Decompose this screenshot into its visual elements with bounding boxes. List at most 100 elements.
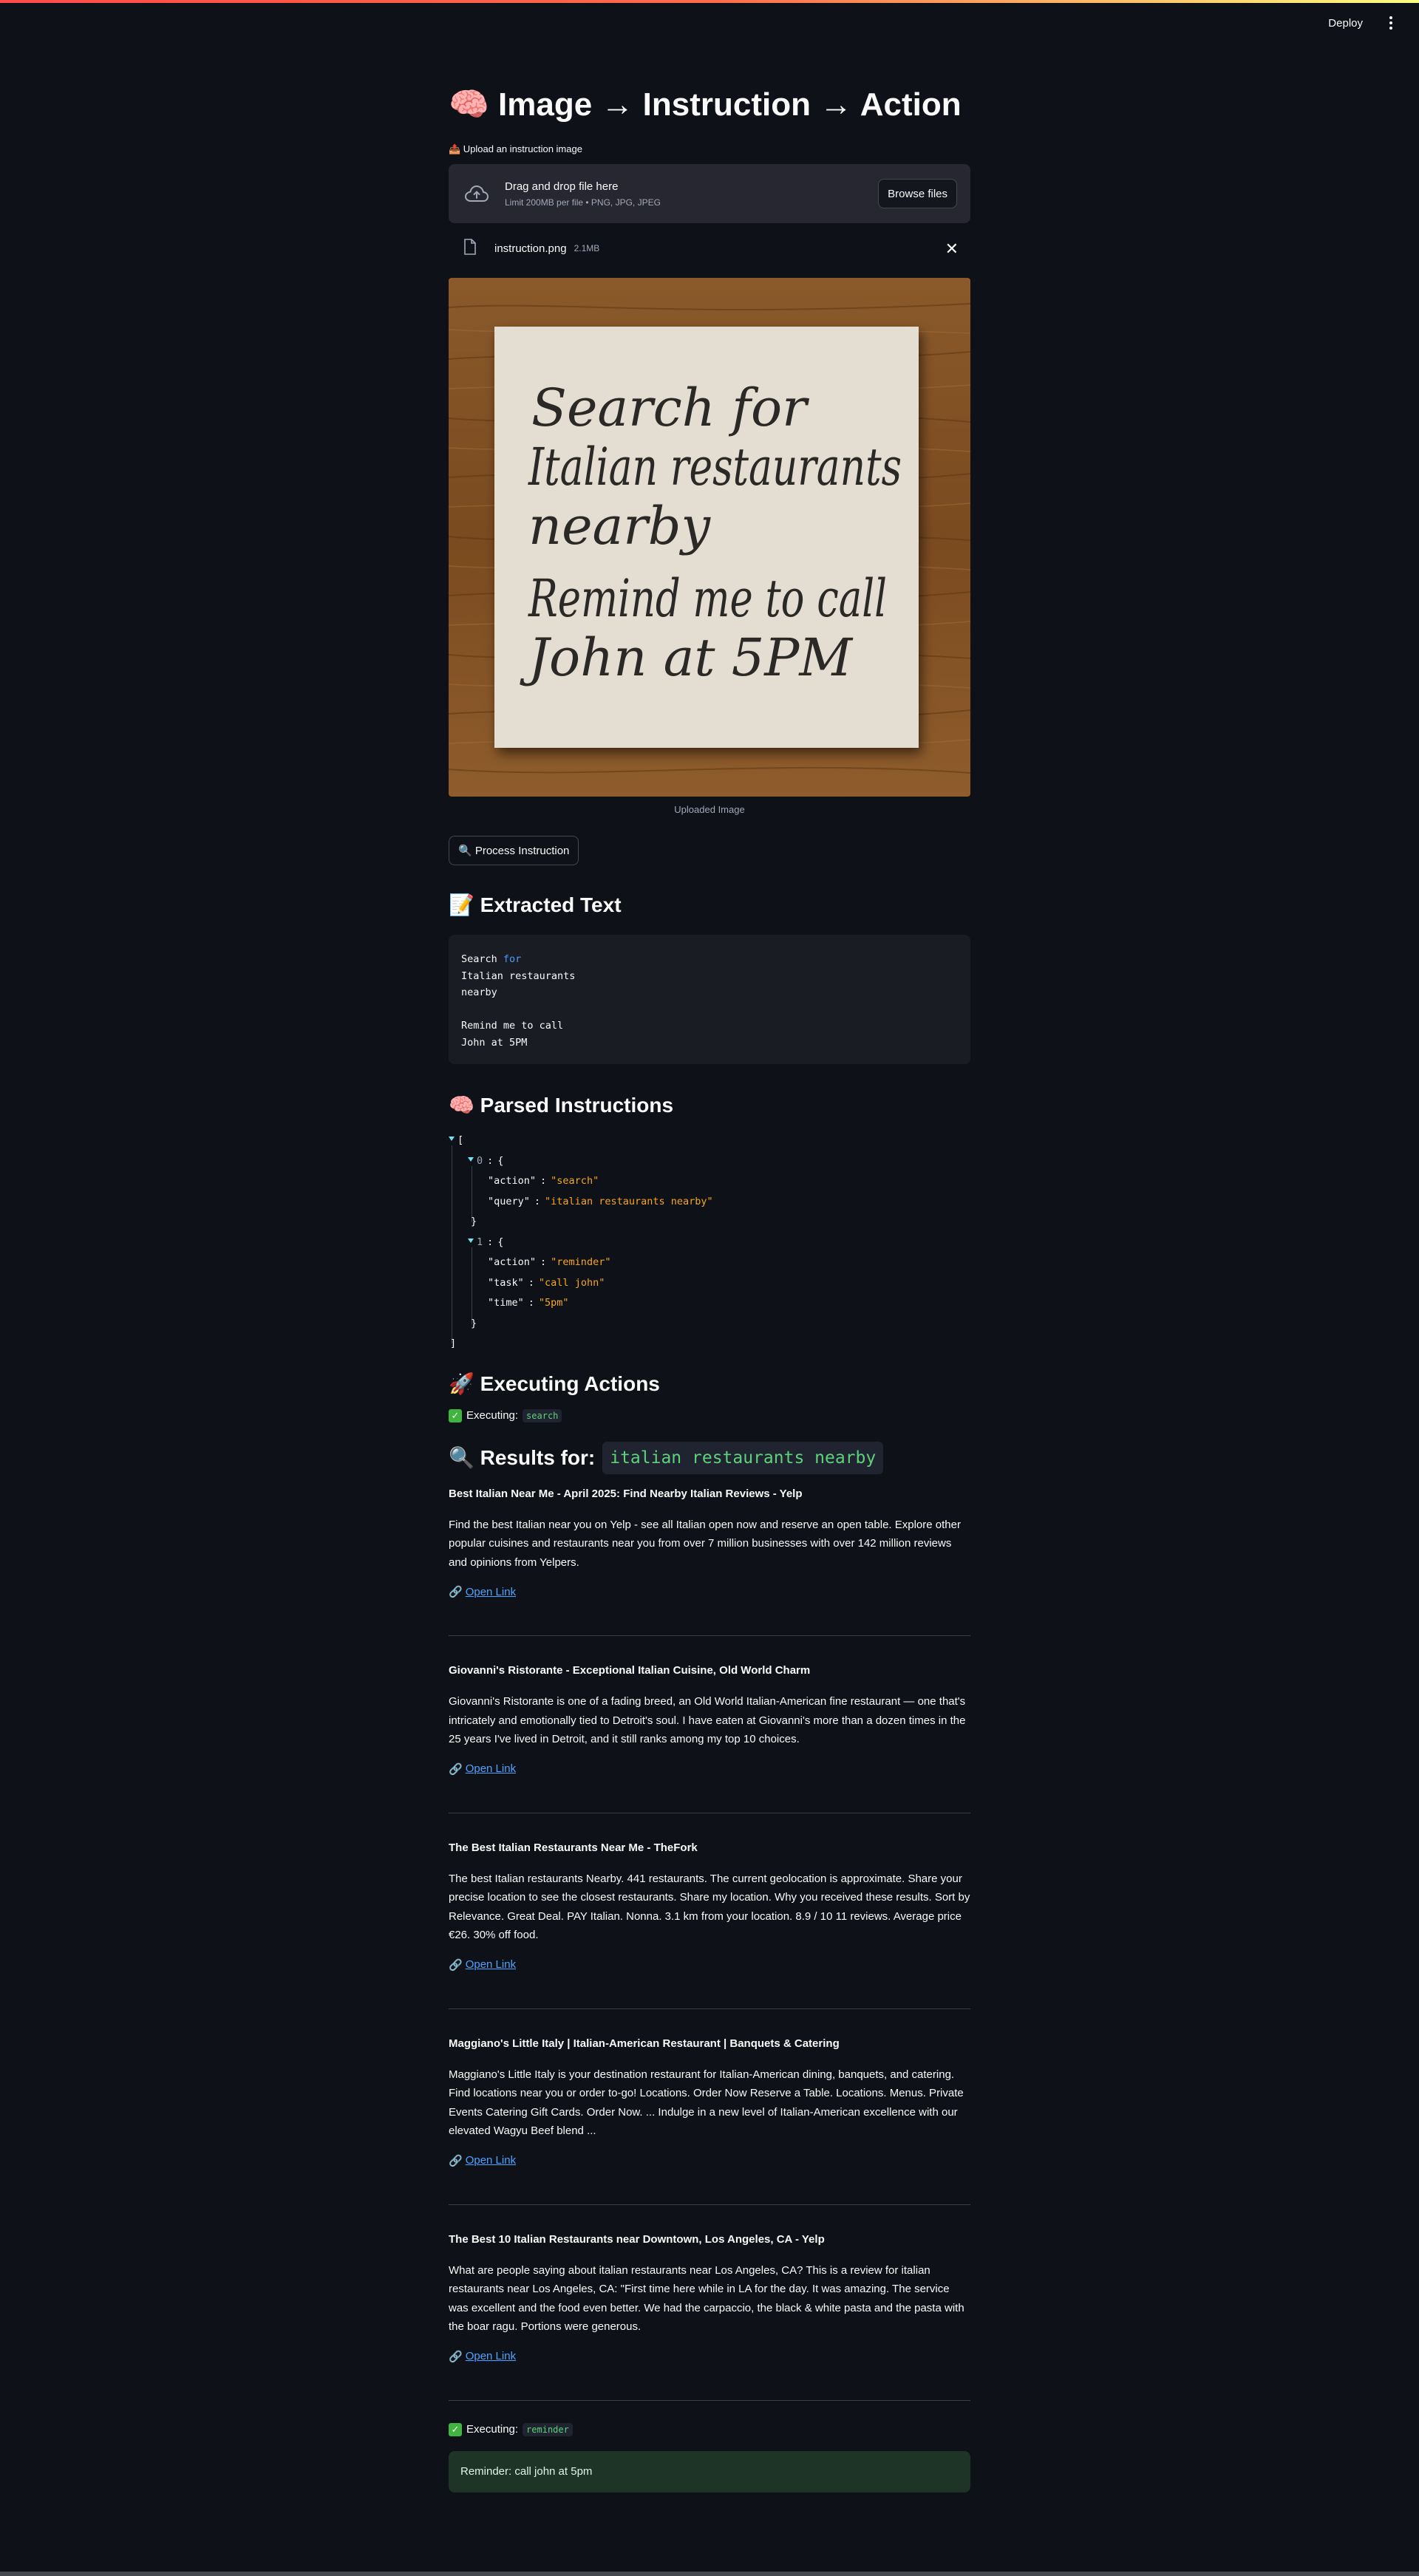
result-title: Maggiano's Little Italy | Italian-Americ…	[449, 2037, 840, 2050]
scrollbar[interactable]	[0, 2572, 1419, 2576]
json-entry: "task": "call john"	[488, 1276, 605, 1289]
code-line: Italian restaurants	[461, 970, 576, 982]
file-icon	[463, 238, 477, 259]
json-entry: "query": "italian restaurants nearby"	[488, 1195, 713, 1207]
result-link[interactable]: 🔗 Open Link	[449, 1585, 970, 1599]
executing-status: ✓ Executing: reminder	[449, 2422, 970, 2436]
json-index: 0	[477, 1154, 483, 1167]
json-item-close: }	[471, 1216, 477, 1227]
executing-action-code: search	[523, 1408, 562, 1422]
results-query-code: italian restaurants nearby	[602, 1441, 884, 1474]
close-icon[interactable]: ✕	[945, 239, 959, 259]
check-icon: ✓	[449, 1408, 462, 1422]
result-link[interactable]: 🔗 Open Link	[449, 2350, 970, 2363]
json-value: "italian restaurants nearby"	[545, 1195, 713, 1207]
json-value: "call john"	[538, 1276, 605, 1289]
check-icon: ✓	[449, 2422, 462, 2436]
result-description: Maggiano's Little Italy is your destinat…	[449, 2068, 964, 2138]
search-result: The Best Italian Restaurants Near Me - T…	[449, 1840, 970, 1972]
divider	[449, 2008, 970, 2009]
json-root-open[interactable]: [	[449, 1131, 970, 1151]
result-link[interactable]: 🔗 Open Link	[449, 1762, 970, 1776]
json-value: "5pm"	[538, 1297, 569, 1309]
json-index: 1	[477, 1236, 483, 1248]
divider	[449, 2399, 970, 2401]
link-icon: 🔗	[449, 1958, 463, 1972]
file-name: instruction.png	[494, 242, 567, 255]
result-description: What are people saying about italian res…	[449, 2263, 964, 2334]
collapse-icon[interactable]	[468, 1238, 474, 1243]
open-link[interactable]: Open Link	[466, 2154, 516, 2167]
extracted-text-code: Search for Italian restaurants nearby Re…	[449, 935, 970, 1064]
result-link[interactable]: 🔗 Open Link	[449, 2154, 970, 2167]
json-entry: "action": "reminder"	[488, 1256, 611, 1268]
result-description: Giovanni's Ristorante is one of a fading…	[449, 1695, 966, 1745]
json-item-close: }	[471, 1317, 477, 1329]
note-line: Remind me to call	[527, 568, 887, 629]
json-item-header[interactable]: 1:{	[449, 1233, 970, 1253]
collapse-icon[interactable]	[468, 1156, 474, 1162]
json-key: "action"	[488, 1256, 537, 1268]
page-title: 🧠 Image → Instruction → Action	[449, 86, 962, 123]
search-result: Giovanni's Ristorante - Exceptional Ital…	[449, 1663, 970, 1776]
more-vert-icon[interactable]	[1385, 15, 1397, 31]
json-key: "time"	[488, 1297, 524, 1309]
collapse-icon[interactable]	[449, 1137, 455, 1141]
code-line: nearby	[461, 987, 497, 998]
json-key: "action"	[488, 1175, 537, 1187]
divider	[449, 1635, 970, 1636]
code-line: John at 5PM	[461, 1036, 528, 1049]
extracted-text-heading: 📝 Extracted Text	[449, 893, 622, 916]
deploy-button[interactable]: Deploy	[1328, 17, 1363, 30]
note-line: nearby	[528, 496, 712, 556]
results-heading-label: 🔍 Results for:	[449, 1445, 596, 1469]
open-link[interactable]: Open Link	[466, 1586, 516, 1598]
executing-action-code: reminder	[523, 2422, 573, 2436]
executing-label: Executing:	[466, 2423, 519, 2436]
note-line: Italian restaurants	[527, 437, 902, 497]
code-line: Remind me to call	[461, 1020, 564, 1032]
uploaded-file-item: instruction.png 2.1MB ✕	[449, 234, 970, 263]
divider	[449, 2204, 970, 2205]
result-title: The Best 10 Italian Restaurants near Dow…	[449, 2232, 825, 2246]
link-icon: 🔗	[449, 1762, 463, 1776]
cloud-upload-icon	[462, 179, 491, 208]
json-viewer: [ 0:{ "action": "search" "query": "italian…	[449, 1131, 970, 1355]
result-link[interactable]: 🔗 Open Link	[449, 1958, 970, 1972]
results-heading: 🔍 Results for: italian restaurants nearb…	[449, 1441, 970, 1474]
search-result: Maggiano's Little Italy | Italian-Americ…	[449, 2036, 970, 2167]
image-caption: Uploaded Image	[674, 804, 745, 815]
uploaded-image: Search for Italian restaurants nearby Re…	[449, 278, 970, 797]
result-title: Best Italian Near Me - April 2025: Find …	[449, 1487, 803, 1500]
json-entry: "time": "5pm"	[488, 1297, 569, 1309]
json-key: "query"	[488, 1195, 530, 1207]
json-value: "reminder"	[551, 1256, 611, 1268]
file-dropzone[interactable]: Drag and drop file here Limit 200MB per …	[449, 164, 970, 223]
open-link[interactable]: Open Link	[466, 1762, 516, 1775]
header-decoration-bar	[0, 0, 1419, 3]
process-instruction-button[interactable]: 🔍 Process Instruction	[449, 836, 579, 865]
json-root-close: ]	[450, 1338, 457, 1349]
json-item-header[interactable]: 0:{	[449, 1151, 970, 1172]
code-keyword: for	[503, 953, 522, 965]
executing-label: Executing:	[466, 1409, 519, 1422]
link-icon: 🔗	[449, 1586, 463, 1598]
code-line: Search for	[461, 953, 522, 965]
open-link[interactable]: Open Link	[466, 2350, 516, 2362]
dropzone-instruction: Drag and drop file here	[505, 180, 619, 193]
result-description: The best Italian restaurants Nearby. 441…	[449, 1872, 970, 1942]
result-title: The Best Italian Restaurants Near Me - T…	[449, 1841, 698, 1854]
json-entry: "action": "search"	[488, 1175, 599, 1187]
json-key: "task"	[488, 1276, 524, 1289]
browse-files-button[interactable]: Browse files	[878, 179, 957, 208]
json-value: "search"	[551, 1175, 599, 1187]
note-line: Search for	[531, 378, 809, 438]
reminder-success-alert: Reminder: call john at 5pm	[449, 2450, 970, 2492]
open-link[interactable]: Open Link	[466, 1958, 516, 1971]
search-result: Best Italian Near Me - April 2025: Find …	[449, 1486, 970, 1599]
search-result: The Best 10 Italian Restaurants near Dow…	[449, 2232, 970, 2363]
toolbar: Deploy	[1328, 15, 1397, 31]
executing-actions-heading: 🚀 Executing Actions	[449, 1372, 660, 1395]
link-icon: 🔗	[449, 2350, 463, 2363]
executing-status: ✓ Executing: search	[449, 1408, 970, 1422]
